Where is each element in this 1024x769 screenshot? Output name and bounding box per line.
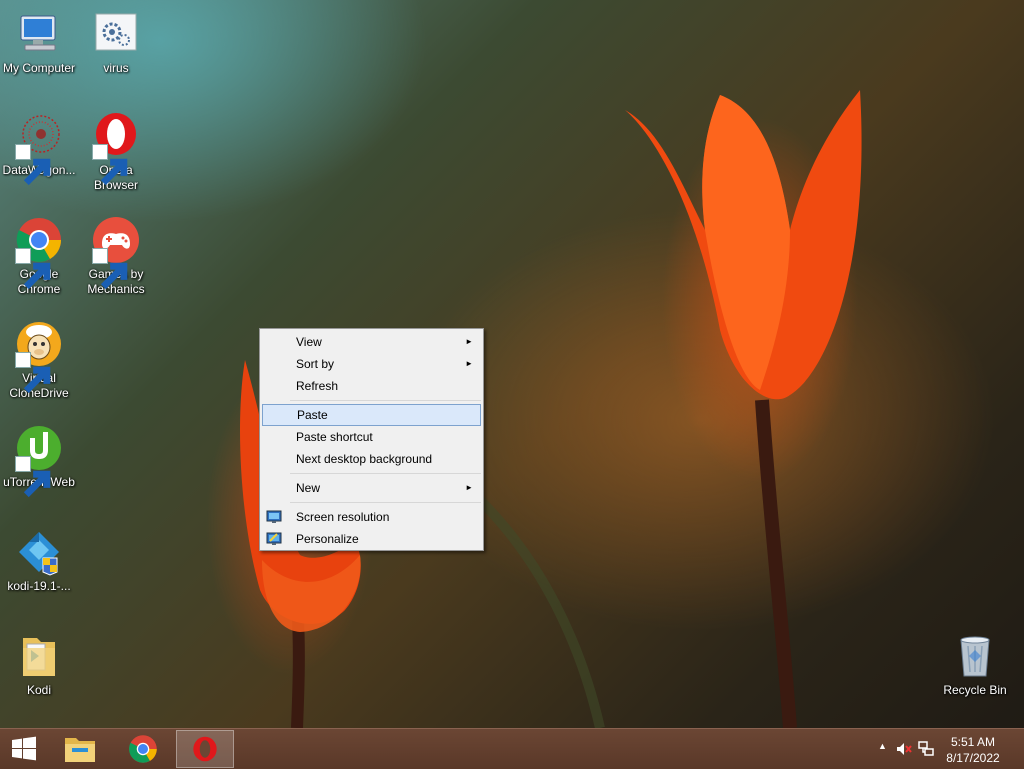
icon-label: Kodi [26, 683, 52, 697]
submenu-arrow-icon: ► [465, 337, 473, 346]
menu-item-label: Sort by [296, 357, 335, 371]
icon-label: My Computer [2, 61, 76, 75]
desktop-icon-kodi-installer[interactable]: kodi-19.1-... [0, 528, 78, 594]
menu-separator [290, 473, 481, 474]
desktop-icon-virtual-clonedrive[interactable]: Virtual CloneDrive [0, 320, 78, 401]
taskbar-clock[interactable]: 5:51 AM 8/17/2022 [942, 734, 1004, 766]
desktop-context-menu: View ► Sort by ► Refresh Paste Paste sho… [259, 328, 484, 551]
menu-item-label: Paste shortcut [296, 430, 373, 444]
desktop-icon-datawagon[interactable]: DataWagon... [0, 112, 78, 186]
kodi-installer-icon [15, 528, 63, 576]
menu-item-next-desktop-background[interactable]: Next desktop background [262, 448, 481, 470]
monitor-icon [266, 509, 282, 525]
personalize-icon [266, 531, 282, 547]
menu-item-view[interactable]: View ► [262, 331, 481, 353]
sheep-icon [15, 320, 63, 394]
menu-item-label: Screen resolution [296, 510, 390, 524]
shortcut-arrow-icon [15, 144, 51, 186]
system-tray: ▲ 5:51 AM 8/17/2022 [864, 729, 1024, 769]
desktop-icon-my-computer[interactable]: My Computer [0, 10, 78, 76]
chrome-icon [129, 735, 157, 763]
desktop-wallpaper [240, 90, 862, 728]
menu-item-refresh[interactable]: Refresh [262, 375, 481, 397]
menu-item-label: Next desktop background [296, 452, 433, 466]
desktop-icon-opera[interactable]: Opera Browser [77, 112, 155, 193]
menu-item-personalize[interactable]: Personalize [262, 528, 481, 550]
icon-label: Recycle Bin [943, 683, 1007, 697]
desktop-icon-games-by-mechanics[interactable]: Games by Mechanics [77, 216, 155, 297]
menu-item-label: Paste [297, 408, 328, 422]
desktop-icon-kodi-folder[interactable]: Kodi [0, 632, 78, 698]
start-button[interactable] [0, 730, 48, 768]
shortcut-arrow-icon [92, 144, 128, 186]
shortcut-arrow-icon [15, 456, 51, 498]
taskbar-file-explorer[interactable] [52, 730, 108, 768]
utorrent-icon [15, 424, 63, 498]
settings-file-icon [92, 10, 140, 58]
menu-item-label: View [296, 335, 322, 349]
icon-label: kodi-19.1-... [7, 579, 71, 593]
volume-muted-icon[interactable] [896, 741, 912, 760]
menu-item-label: New [296, 481, 321, 495]
gamepad-icon [92, 216, 140, 290]
taskbar: ▲ 5:51 AM 8/17/2022 [0, 728, 1024, 769]
chrome-icon [15, 216, 63, 290]
recycle-bin-icon [951, 632, 999, 680]
menu-item-paste[interactable]: Paste [262, 404, 481, 426]
taskbar-opera[interactable] [176, 730, 234, 768]
show-hidden-icons-icon[interactable]: ▲ [878, 741, 887, 751]
shortcut-arrow-icon [15, 352, 51, 394]
computer-icon [15, 10, 63, 58]
menu-item-paste-shortcut[interactable]: Paste shortcut [262, 426, 481, 448]
file-explorer-icon [65, 738, 95, 762]
clock-time: 5:51 AM [950, 735, 996, 749]
menu-item-screen-resolution[interactable]: Screen resolution [262, 506, 481, 528]
datawagon-icon [15, 112, 63, 186]
desktop-icon-google-chrome[interactable]: Google Chrome [0, 216, 78, 297]
menu-item-label: Refresh [296, 379, 339, 393]
taskbar-google-chrome[interactable] [115, 730, 171, 768]
opera-icon [92, 112, 140, 186]
desktop-icon-virus[interactable]: virus [77, 10, 155, 76]
menu-separator [290, 502, 481, 503]
network-icon[interactable] [918, 741, 934, 760]
opera-icon [193, 736, 217, 762]
desktop-icon-recycle-bin[interactable]: Recycle Bin [936, 632, 1014, 698]
menu-item-new[interactable]: New ► [262, 477, 481, 499]
menu-item-label: Personalize [296, 532, 359, 546]
menu-item-sort-by[interactable]: Sort by ► [262, 353, 481, 375]
folder-icon [15, 632, 63, 680]
shortcut-arrow-icon [92, 248, 128, 290]
windows-logo-icon [12, 736, 36, 761]
clock-date: 8/17/2022 [946, 751, 1000, 765]
shortcut-arrow-icon [15, 248, 51, 290]
menu-separator [290, 400, 481, 401]
desktop-icon-utorrent-web[interactable]: uTorrent Web [0, 424, 78, 498]
submenu-arrow-icon: ► [465, 359, 473, 368]
icon-label: virus [103, 61, 129, 75]
submenu-arrow-icon: ► [465, 483, 473, 492]
